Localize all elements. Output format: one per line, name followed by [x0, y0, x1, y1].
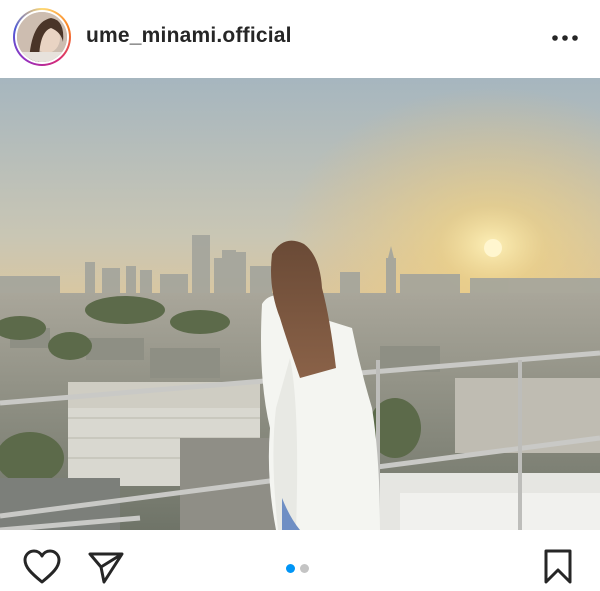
carousel-indicator: [286, 564, 309, 573]
rooftop-sunset-image: [0, 78, 600, 530]
avatar[interactable]: [17, 12, 67, 62]
avatar-image: [17, 12, 67, 62]
carousel-dot: [300, 564, 309, 573]
like-button[interactable]: [23, 549, 61, 585]
share-button[interactable]: [88, 551, 124, 585]
more-horizontal-icon: [552, 35, 578, 41]
heart-icon: [23, 549, 61, 584]
save-button[interactable]: [543, 549, 573, 585]
avatar-frame: [15, 10, 69, 64]
post-header: ume_minami.official: [0, 0, 600, 78]
carousel-dot-active: [286, 564, 295, 573]
bookmark-icon: [544, 549, 572, 584]
username[interactable]: ume_minami.official: [86, 24, 292, 48]
story-ring[interactable]: [13, 8, 71, 66]
post-photo[interactable]: [0, 78, 600, 530]
paper-plane-icon: [88, 552, 124, 584]
more-options-button[interactable]: [548, 24, 582, 52]
